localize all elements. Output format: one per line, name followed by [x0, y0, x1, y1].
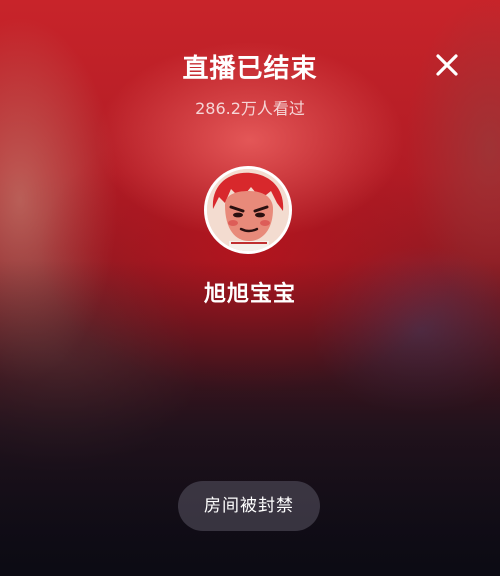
close-button[interactable]	[430, 48, 464, 82]
viewer-count: 286.2万人看过	[195, 99, 305, 118]
content: 直播已结束 286.2万人看过 旭旭宝宝 房间被封禁	[0, 0, 500, 576]
close-icon	[436, 54, 458, 76]
live-ended-screen: 直播已结束 286.2万人看过 旭旭宝宝 房间被封禁	[0, 0, 500, 576]
avatar[interactable]	[204, 166, 292, 254]
page-title: 直播已结束	[182, 54, 318, 84]
streamer-name: 旭旭宝宝	[203, 282, 296, 307]
anime-face-avatar-icon	[207, 169, 289, 251]
room-banned-badge: 房间被封禁	[178, 481, 320, 531]
